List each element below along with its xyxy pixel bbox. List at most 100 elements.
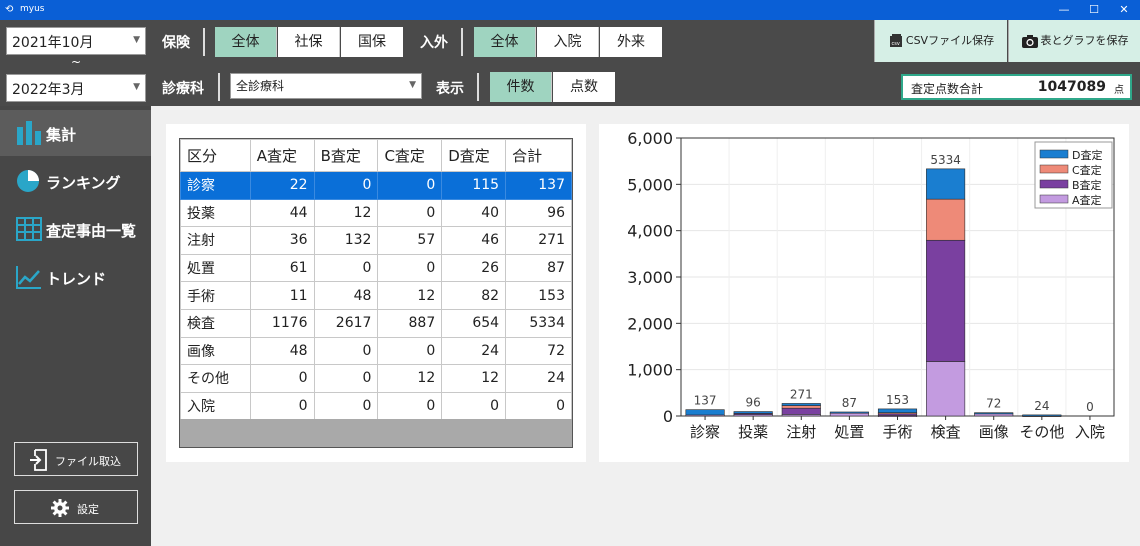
sidebar-item-label: 査定事由一覧	[46, 222, 137, 240]
total-points-unit: 点	[1114, 85, 1124, 96]
bar-segment	[781, 405, 821, 409]
value-cell: 0	[377, 336, 443, 366]
value-cell: 36	[249, 226, 315, 255]
maximize-button[interactable]: ☐	[1080, 0, 1108, 20]
save-table-graph-label: 表とグラフを保存	[1040, 34, 1129, 47]
x-tick-label: 入院	[1075, 423, 1105, 441]
sidebar-item-summary[interactable]: 集計	[0, 110, 151, 156]
value-cell: 0	[377, 253, 443, 283]
total-points-label: 査定点数合計	[911, 82, 984, 96]
settings-button[interactable]: 設定	[14, 490, 138, 524]
chart-panel: 0 1,000 2,000 3,000 4,000 5,000 6,000 137 診察 96 投薬…	[599, 124, 1129, 462]
sidebar-item-ranking[interactable]: ランキング	[0, 158, 151, 204]
inout-outpatient-button[interactable]: 外来	[600, 27, 662, 57]
minimize-button[interactable]: —	[1050, 0, 1078, 20]
bar-segment	[685, 409, 725, 416]
csv-save-button[interactable]: csv CSVファイル保存	[874, 20, 1007, 62]
value-cell: 0	[313, 253, 379, 283]
row-category-cell: 入院	[180, 391, 251, 421]
period-from-select[interactable]: 2021年10月 ▼	[6, 27, 146, 55]
legend-label: C査定	[1072, 163, 1102, 177]
column-header[interactable]: 区分	[180, 139, 251, 172]
sidebar: 集計 ランキング 査定事由一覧 トレンド ファイル取込 設定	[0, 106, 151, 546]
bar-segment	[1022, 414, 1062, 417]
inout-all-button[interactable]: 全体	[474, 27, 536, 57]
x-tick-label: 診察	[690, 423, 720, 441]
x-tick-label: 投薬	[738, 423, 768, 441]
table-row[interactable]: その他 0 0 12 12 24	[180, 364, 572, 393]
table-row[interactable]: 入院 0 0 0 0 0	[180, 391, 572, 421]
table-row[interactable]: 検査 1176 2617 887 654 5334	[180, 308, 572, 338]
sidebar-item-trend[interactable]: トレンド	[0, 254, 151, 300]
bar-segment	[733, 411, 773, 414]
trend-icon	[16, 266, 41, 289]
sidebar-item-label: 集計	[46, 126, 77, 144]
settings-label: 設定	[77, 503, 99, 516]
chevron-down-icon: ▼	[133, 35, 140, 45]
column-header[interactable]: A査定	[249, 139, 315, 172]
close-button[interactable]: ✕	[1110, 0, 1138, 20]
row-category-cell: その他	[180, 364, 251, 393]
value-cell: 1176	[249, 308, 315, 338]
value-cell: 57	[377, 226, 443, 255]
period-from-value: 2021年10月	[12, 35, 94, 51]
file-import-button[interactable]: ファイル取込	[14, 442, 138, 476]
row-category-cell: 診察	[180, 171, 251, 200]
table-row[interactable]: 処置 61 0 0 26 87	[180, 253, 572, 283]
value-cell: 12	[377, 281, 443, 310]
bar-segment	[926, 168, 966, 200]
y-tick-label: 6,000	[627, 129, 673, 148]
table-row[interactable]: 画像 48 0 0 24 72	[180, 336, 572, 366]
bar-segment	[926, 198, 966, 241]
display-count-button[interactable]: 件数	[490, 72, 552, 102]
column-header[interactable]: D査定	[441, 139, 507, 172]
value-cell: 12	[441, 364, 507, 393]
sidebar-item-label: トレンド	[46, 270, 107, 288]
value-cell: 72	[505, 336, 572, 366]
bar-segment	[926, 361, 966, 417]
data-grid[interactable]: 区分 A査定 B査定 C査定 D査定 合計 診察 22 0 0 115 137 投薬 44 12…	[179, 138, 573, 448]
dept-select[interactable]: 全診療科 ▼	[230, 73, 422, 99]
column-header[interactable]: C査定	[377, 139, 443, 172]
bar-segment	[829, 412, 869, 417]
stacked-bar-chart: 0 1,000 2,000 3,000 4,000 5,000 6,000 137 診察 96 投薬…	[627, 129, 1115, 441]
insurance-all-button[interactable]: 全体	[215, 27, 277, 57]
value-cell: 0	[313, 336, 379, 366]
display-points-button[interactable]: 点数	[553, 72, 615, 102]
value-cell: 132	[313, 226, 379, 255]
app-icon: ⟲	[5, 4, 14, 15]
value-cell: 2617	[313, 308, 379, 338]
value-cell: 44	[249, 198, 315, 228]
period-to-select[interactable]: 2022年3月 ▼	[6, 74, 146, 102]
svg-text:csv: csv	[891, 41, 899, 47]
total-points-box: 査定点数合計 1047089 点	[901, 74, 1132, 100]
toolbar: 2021年10月 ▼ ~ 2022年3月 ▼ 保険 全体 社保 国保 入外 全体…	[0, 20, 1140, 106]
inout-inpatient-button[interactable]: 入院	[537, 27, 599, 57]
gear-icon	[51, 499, 69, 517]
value-cell: 137	[505, 171, 572, 200]
row-category-cell: 注射	[180, 226, 251, 255]
column-header[interactable]: B査定	[313, 139, 379, 172]
column-header[interactable]: 合計	[505, 139, 572, 172]
sidebar-item-reasons[interactable]: 査定事由一覧	[0, 206, 151, 252]
table-row[interactable]: 投薬 44 12 0 40 96	[180, 198, 572, 228]
bar-total-label: 87	[842, 396, 857, 410]
chevron-down-icon: ▼	[409, 80, 416, 90]
insurance-label: 保険	[162, 35, 190, 51]
legend-swatch	[1039, 194, 1069, 204]
value-cell: 0	[313, 171, 379, 200]
value-cell: 5334	[505, 308, 572, 338]
y-tick-label: 1,000	[627, 361, 673, 380]
bar-total-label: 137	[694, 394, 717, 408]
insurance-shaho-button[interactable]: 社保	[278, 27, 340, 57]
value-cell: 61	[249, 253, 315, 283]
table-row[interactable]: 手術 11 48 12 82 153	[180, 281, 572, 310]
bar-total-label: 5334	[930, 153, 961, 167]
save-table-graph-button[interactable]: 表とグラフを保存	[1008, 20, 1140, 62]
value-cell: 82	[441, 281, 507, 310]
period-to-value: 2022年3月	[12, 82, 85, 98]
table-row[interactable]: 診察 22 0 0 115 137	[180, 171, 572, 200]
table-row[interactable]: 注射 36 132 57 46 271	[180, 226, 572, 255]
csv-save-label: CSVファイル保存	[905, 34, 995, 47]
insurance-kokuho-button[interactable]: 国保	[341, 27, 403, 57]
